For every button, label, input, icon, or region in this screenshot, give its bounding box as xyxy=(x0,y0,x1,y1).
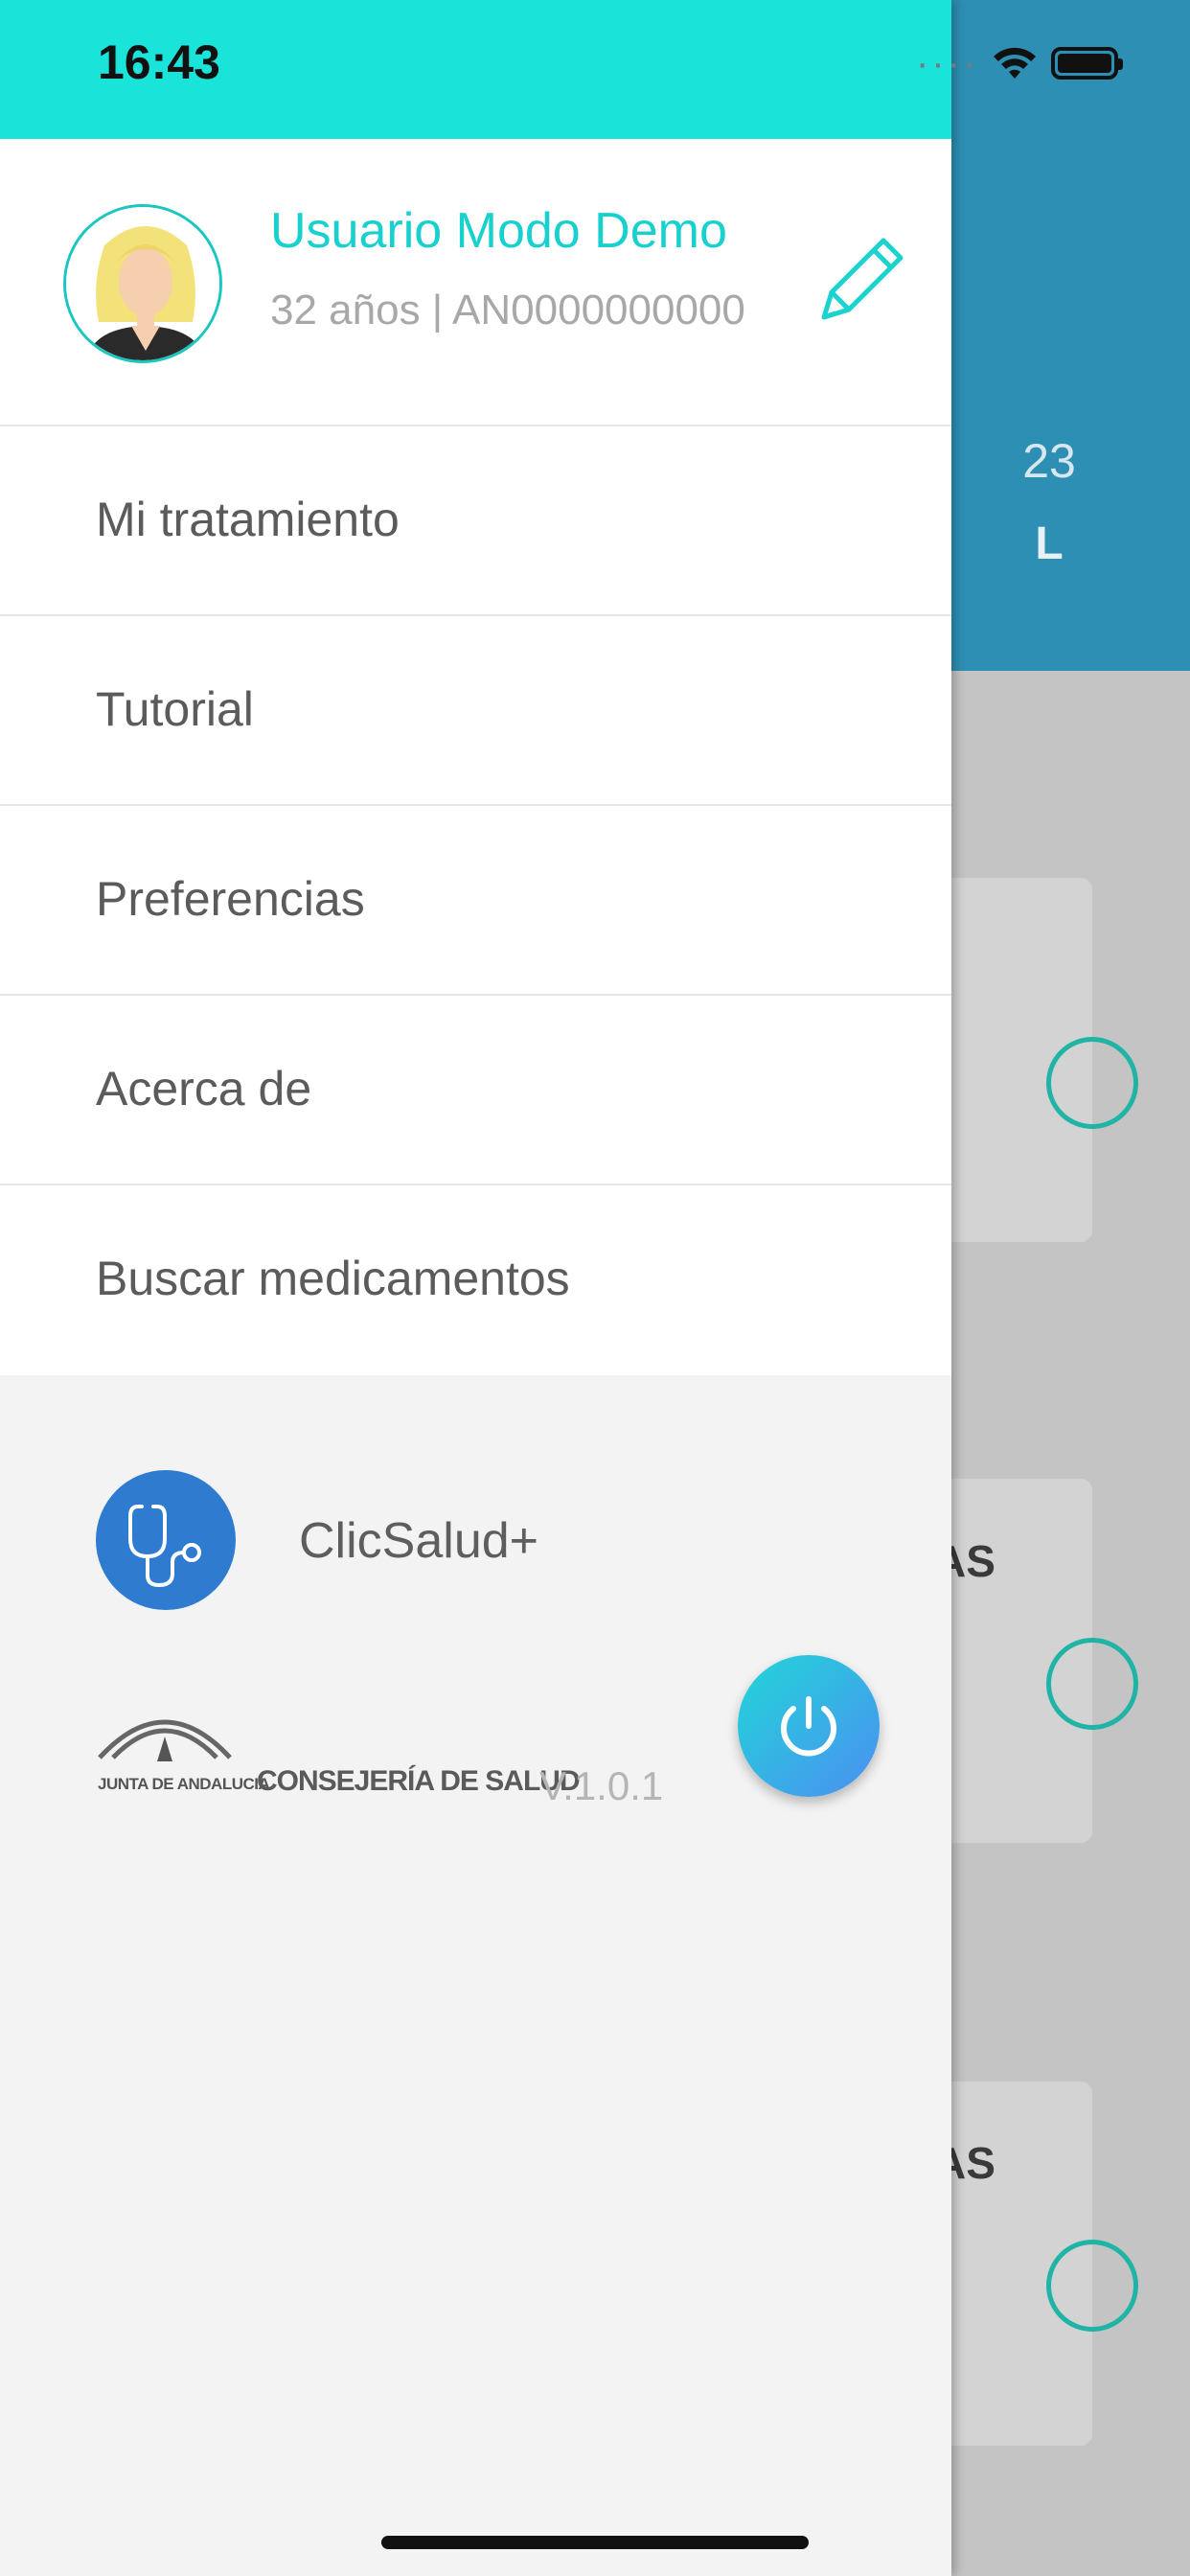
background-date-number: 23 xyxy=(1022,434,1076,488)
menu-item-buscar-medicamentos[interactable]: Buscar medicamentos xyxy=(0,1185,951,1375)
home-indicator[interactable] xyxy=(381,2536,809,2549)
status-bar: 16:43 xyxy=(0,0,951,139)
menu-item-tutorial[interactable]: Tutorial xyxy=(0,616,951,807)
background-check-circle[interactable] xyxy=(1046,1037,1138,1129)
power-icon xyxy=(781,1696,836,1757)
clicsalud-label: ClicSalud+ xyxy=(299,1513,539,1569)
menu-item-acerca-de[interactable]: Acerca de xyxy=(0,996,951,1186)
menu-item-mi-tratamiento[interactable]: Mi tratamiento xyxy=(0,426,951,617)
background-day-letter: L xyxy=(1035,518,1064,569)
menu-item-label: Buscar medicamentos xyxy=(96,1252,570,1305)
edit-profile-button[interactable] xyxy=(805,231,910,336)
stethoscope-icon xyxy=(96,1470,236,1610)
menu-item-preferencias[interactable]: Preferencias xyxy=(0,806,951,997)
menu-item-label: Tutorial xyxy=(96,682,254,736)
status-time: 16:43 xyxy=(98,35,220,89)
consejeria-label: CONSEJERÍA DE SALUD xyxy=(257,1765,581,1797)
menu-item-label: Mi tratamiento xyxy=(96,493,400,546)
menu-item-label: Preferencias xyxy=(96,872,365,926)
menu-item-label: Acerca de xyxy=(96,1062,312,1116)
clicsalud-link[interactable]: ClicSalud+ xyxy=(96,1470,767,1610)
profile-subtitle: 32 años | AN0000000000 xyxy=(270,287,745,334)
signal-icon: ···· xyxy=(916,41,979,84)
background-check-circle[interactable] xyxy=(1046,1638,1138,1730)
wifi-icon xyxy=(994,47,1037,79)
avatar[interactable] xyxy=(63,204,222,363)
pencil-icon xyxy=(821,238,904,320)
junta-logo-text: JUNTA DE ANDALUCIA xyxy=(98,1775,270,1793)
status-icons: ···· xyxy=(916,38,1124,88)
background-check-circle[interactable] xyxy=(1046,2240,1138,2332)
profile-name: Usuario Modo Demo xyxy=(270,203,727,259)
navigation-drawer: 16:43 Usuario Modo Demo 32 años | AN0000… xyxy=(0,0,951,2576)
battery-icon xyxy=(1051,47,1124,80)
profile-header[interactable]: Usuario Modo Demo 32 años | AN0000000000 xyxy=(0,139,951,427)
version-label: V.1.0.1 xyxy=(539,1763,664,1808)
logout-button[interactable] xyxy=(738,1655,880,1797)
